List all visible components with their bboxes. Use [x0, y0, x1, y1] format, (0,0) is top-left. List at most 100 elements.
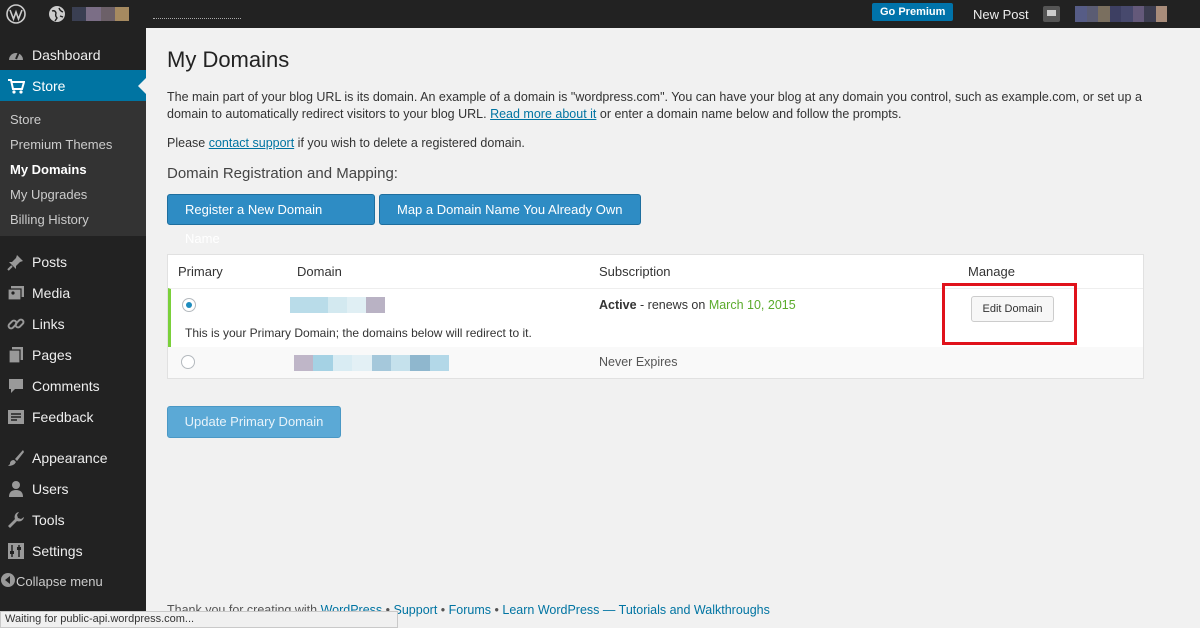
sidebar-item-label: Store	[32, 77, 66, 94]
sidebar-item-store[interactable]: Store	[0, 70, 146, 101]
paintbrush-icon	[6, 448, 26, 468]
register-domain-button[interactable]: Register a New Domain Name	[167, 194, 375, 246]
swatch-cell	[290, 297, 309, 313]
swatch-cell	[366, 297, 385, 313]
link-icon	[6, 314, 26, 334]
admin-sidebar: Dashboard Store Store Premium Themes My …	[0, 28, 146, 628]
intro-text-end: or enter a domain name below and follow …	[599, 107, 902, 121]
swatch-cell	[1132, 6, 1144, 22]
swatch-cell	[410, 355, 430, 371]
sidebar-item-appearance[interactable]: Appearance	[0, 442, 146, 473]
submenu-item-premium-themes[interactable]: Premium Themes	[0, 132, 146, 157]
delete-note-prefix: Please	[167, 136, 206, 150]
delete-note: Please contact support if you wish to de…	[167, 136, 525, 150]
my-sites-globe-icon[interactable]	[48, 5, 66, 23]
domains-table: Primary Domain Subscription Manage Activ…	[167, 254, 1144, 379]
sidebar-item-media[interactable]: Media	[0, 277, 146, 308]
go-premium-button[interactable]: Go Premium	[872, 3, 954, 21]
sidebar-item-users[interactable]: Users	[0, 473, 146, 504]
edit-domain-highlight	[942, 283, 1077, 345]
swatch-cell	[294, 355, 314, 371]
sidebar-item-label: Users	[32, 480, 69, 497]
sidebar-item-posts[interactable]: Posts	[0, 246, 146, 277]
sidebar-item-label: Comments	[32, 377, 100, 394]
delete-note-suffix: if you wish to delete a registered domai…	[297, 136, 525, 150]
sidebar-item-comments[interactable]: Comments	[0, 370, 146, 401]
swatch-cell	[114, 7, 129, 21]
submenu-item-billing-history[interactable]: Billing History	[0, 207, 146, 232]
secondary-domain-radio[interactable]	[181, 355, 195, 369]
read-more-link[interactable]: Read more about it	[490, 107, 596, 121]
footer-learn-link[interactable]: Learn WordPress — Tutorials and Walkthro…	[502, 603, 769, 617]
swatch-cell	[352, 355, 372, 371]
swatch-cell	[1098, 6, 1110, 22]
sidebar-item-settings[interactable]: Settings	[0, 535, 146, 566]
update-primary-domain-button[interactable]: Update Primary Domain	[167, 406, 341, 438]
swatch-cell	[1075, 6, 1087, 22]
intro-paragraph: The main part of your blog URL is its do…	[167, 89, 1157, 123]
domain-name-redacted	[294, 355, 449, 371]
submenu-item-store[interactable]: Store	[0, 107, 146, 132]
swatch-cell	[313, 355, 333, 371]
map-domain-button[interactable]: Map a Domain Name You Already Own	[379, 194, 641, 225]
swatch-cell	[72, 7, 87, 21]
admin-bar: Go Premium New Post	[0, 0, 1200, 28]
swatch-cell	[309, 297, 328, 313]
subscription-status: Never Expires	[599, 355, 678, 369]
footer-separator: •	[494, 603, 499, 617]
primary-domain-radio[interactable]	[182, 298, 196, 312]
renew-date: March 10, 2015	[708, 298, 796, 312]
table-row: Never Expires	[168, 347, 1143, 378]
wrench-icon	[6, 510, 26, 530]
user-avatar-swatch[interactable]	[1075, 6, 1167, 22]
column-header-subscription: Subscription	[599, 264, 671, 279]
sidebar-item-dashboard[interactable]: Dashboard	[0, 39, 146, 70]
sidebar-item-feedback[interactable]: Feedback	[0, 401, 146, 432]
column-header-primary: Primary	[178, 264, 223, 279]
media-icon	[6, 283, 26, 303]
dotted-divider	[153, 18, 241, 19]
sidebar-item-label: Feedback	[32, 408, 94, 425]
browser-status-bar: Waiting for public-api.wordpress.com...	[0, 611, 398, 628]
blog-name-swatch[interactable]	[72, 7, 129, 21]
section-heading: Domain Registration and Mapping:	[167, 165, 398, 182]
sidebar-item-label: Tools	[32, 511, 65, 528]
primary-domain-note: This is your Primary Domain; the domains…	[185, 326, 532, 340]
sidebar-item-label: Posts	[32, 253, 68, 270]
subscription-status: Active - renews on March 10, 2015	[599, 298, 796, 312]
swatch-cell	[1155, 6, 1167, 22]
sidebar-item-label: Media	[32, 284, 71, 301]
submenu-item-my-domains[interactable]: My Domains	[0, 157, 146, 182]
sidebar-item-tools[interactable]: Tools	[0, 504, 146, 535]
comment-icon	[6, 376, 26, 396]
submenu-item-my-upgrades[interactable]: My Upgrades	[0, 182, 146, 207]
collapse-menu-label: Collapse menu	[16, 574, 103, 589]
pages-icon	[6, 345, 26, 365]
status-active: Active	[599, 298, 637, 312]
swatch-cell	[1144, 6, 1156, 22]
feedback-icon	[6, 407, 26, 427]
settings-sliders-icon	[6, 541, 26, 561]
domain-name-redacted	[290, 297, 385, 313]
swatch-cell	[390, 355, 411, 371]
swatch-cell	[347, 297, 366, 313]
user-icon	[6, 479, 26, 499]
sidebar-item-label: Settings	[32, 542, 83, 559]
swatch-cell	[429, 355, 449, 371]
wordpress-logo-icon[interactable]	[6, 4, 26, 24]
swatch-cell	[328, 297, 347, 313]
footer-separator: •	[440, 603, 446, 617]
sidebar-item-links[interactable]: Links	[0, 308, 146, 339]
footer-support-link[interactable]: Support	[394, 603, 438, 617]
footer-forums-link[interactable]: Forums	[449, 603, 491, 617]
pin-icon	[6, 252, 26, 272]
column-header-domain: Domain	[297, 264, 342, 279]
collapse-menu-button[interactable]: Collapse menu	[0, 566, 146, 597]
dashboard-icon	[6, 45, 26, 65]
sidebar-item-pages[interactable]: Pages	[0, 339, 146, 370]
swatch-cell	[1109, 6, 1121, 22]
page-title: My Domains	[167, 47, 290, 72]
contact-support-link[interactable]: contact support	[209, 136, 294, 150]
notifications-icon[interactable]	[1043, 6, 1060, 22]
new-post-link[interactable]: New Post	[973, 7, 1029, 22]
